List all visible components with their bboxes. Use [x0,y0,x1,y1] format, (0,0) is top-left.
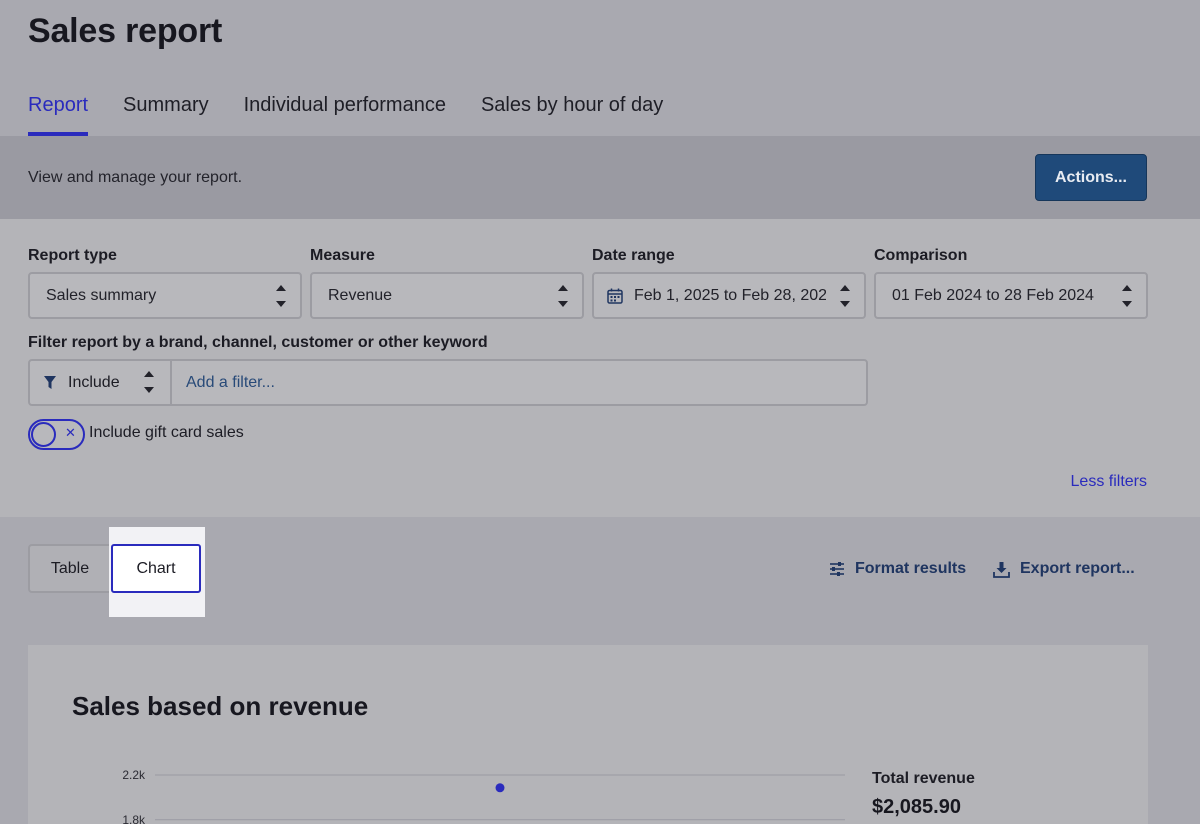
tab-individual-performance[interactable]: Individual performance [244,94,446,136]
tab-summary[interactable]: Summary [123,94,209,136]
info-text: View and manage your report. [28,169,243,186]
info-bar: View and manage your report. [0,136,1200,219]
total-revenue-value: $2,085.90 [872,796,961,818]
toggle-knob [31,422,56,447]
keyword-filter-group: Include [28,359,868,406]
report-type-select[interactable]: Sales summary [28,272,302,319]
add-filter-input[interactable] [172,361,866,404]
date-range-select[interactable]: Feb 1, 2025 to Feb 28, 2025 [592,272,866,319]
revenue-chart: 2.2k 1.8k [122,768,845,824]
measure-select[interactable]: Revenue [310,272,584,319]
report-type-label: Report type [28,247,117,264]
select-arrows-icon [144,369,154,395]
sliders-icon [830,562,844,576]
keyword-filter-label: Filter report by a brand, channel, custo… [28,334,488,351]
select-arrows-icon [1122,283,1132,309]
report-type-value: Sales summary [46,286,157,304]
comparison-label: Comparison [874,247,968,264]
less-filters-link[interactable]: Less filters [1071,473,1147,491]
y-tick-label: 1.8k [122,813,146,824]
view-chart-button[interactable]: Chart [111,544,201,593]
comparison-value: 01 Feb 2024 to 28 Feb 2024 [892,286,1094,304]
tab-report[interactable]: Report [28,94,89,136]
include-value: Include [68,373,120,391]
format-results-label: Format results [855,560,967,577]
data-point[interactable] [495,783,505,793]
export-report-label: Export report... [1020,560,1135,577]
header: Sales report Report Summary Individual p… [0,0,1200,136]
comparison-select[interactable]: 01 Feb 2024 to 28 Feb 2024 [874,272,1148,319]
chart-title: Sales based on revenue [72,691,369,721]
funnel-icon [44,375,56,389]
y-tick-label: 2.2k [122,768,146,782]
close-icon: ✕ [65,425,76,440]
actions-button[interactable]: Actions... [1035,154,1147,201]
measure-value: Revenue [328,286,393,304]
select-arrows-icon [558,283,568,309]
format-results-button[interactable]: Format results [829,558,966,580]
gift-card-toggle[interactable]: ✕ [28,419,85,450]
date-range-label: Date range [592,247,675,264]
select-arrows-icon [276,283,286,309]
export-report-button[interactable]: Export report... [993,558,1135,580]
tabs: Report Summary Individual performance Sa… [28,94,663,136]
total-revenue-label: Total revenue [872,770,975,787]
date-range-value: Feb 1, 2025 to Feb 28, 2025 [634,286,826,304]
tab-sales-by-hour[interactable]: Sales by hour of day [481,94,663,136]
calendar-icon [607,288,623,304]
measure-label: Measure [310,247,375,264]
select-arrows-icon [840,283,850,309]
include-select[interactable]: Include [30,361,172,404]
view-table-button[interactable]: Table [30,546,110,591]
download-icon [993,561,1010,578]
page-title: Sales report [28,12,223,50]
gift-card-toggle-label: Include gift card sales [89,424,244,441]
